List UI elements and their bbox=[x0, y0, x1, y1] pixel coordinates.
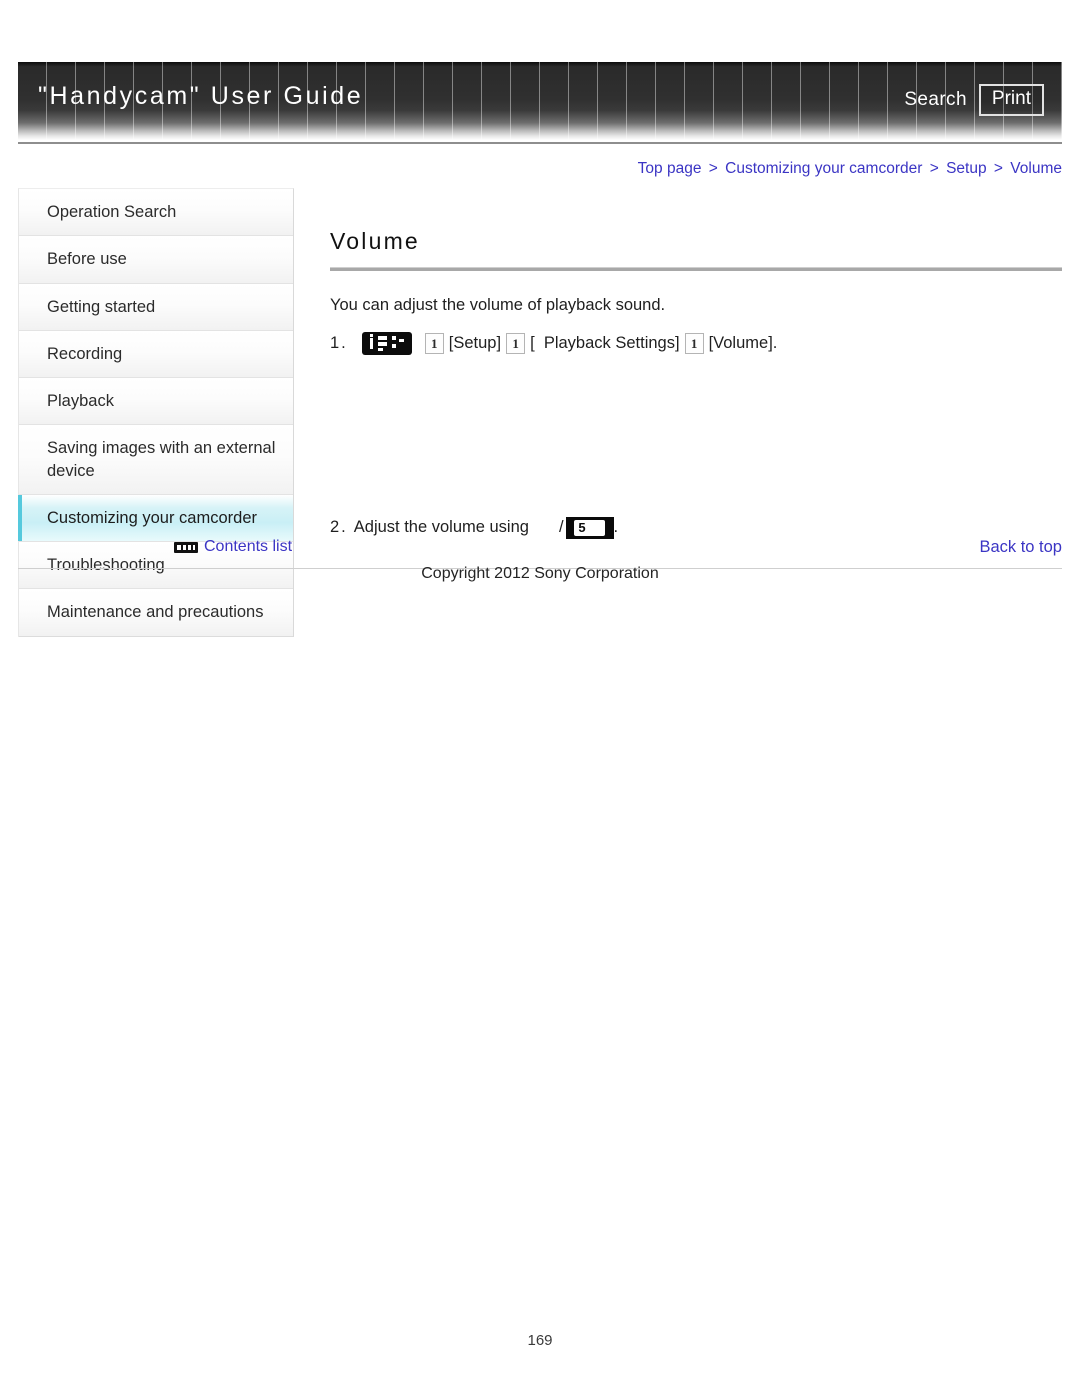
step-1-volume-label: [Volume]. bbox=[708, 333, 778, 352]
contents-list-link[interactable]: Contents list bbox=[174, 538, 292, 556]
site-header: "Handycam" User Guide Search Print bbox=[18, 62, 1062, 146]
sidebar-item-maintenance[interactable]: Maintenance and precautions bbox=[19, 589, 293, 637]
sidebar-item-playback[interactable]: Playback bbox=[19, 378, 293, 426]
step-2-text: Adjust the volume using bbox=[353, 518, 529, 537]
arrow-step-icon: 1 bbox=[506, 332, 526, 354]
arrow-step-icon: 1 bbox=[684, 332, 704, 354]
contents-list-icon bbox=[174, 541, 198, 553]
title-divider bbox=[330, 267, 1062, 271]
step-2-period: . bbox=[613, 518, 619, 537]
breadcrumb-item-volume: Volume bbox=[1010, 160, 1062, 177]
copyright-text: Copyright 2012 Sony Corporation bbox=[421, 565, 659, 582]
menu-icon bbox=[361, 331, 412, 355]
page-title: Volume bbox=[330, 228, 420, 254]
search-button[interactable]: Search bbox=[904, 89, 967, 111]
breadcrumb-item-customizing[interactable]: Customizing your camcorder bbox=[725, 160, 922, 177]
arrow-step-icon: 1 bbox=[424, 332, 444, 354]
step-2-slash: / bbox=[558, 518, 564, 537]
sidebar-item-customizing-your-camcorder[interactable]: Customizing your camcorder bbox=[18, 494, 293, 543]
intro-text: You can adjust the volume of playback so… bbox=[330, 296, 666, 314]
breadcrumb-separator: > bbox=[993, 160, 1003, 177]
contents-list-label: Contents list bbox=[204, 538, 293, 555]
step-1: 1. 1 [Setup] 1 [ Playback Settings] 1 [V… bbox=[330, 331, 1062, 355]
sidebar-item-recording[interactable]: Recording bbox=[19, 330, 293, 379]
breadcrumb-separator: > bbox=[708, 160, 718, 177]
back-to-top-link[interactable]: Back to top bbox=[979, 538, 1062, 557]
breadcrumb: Top page > Customizing your camcorder > … bbox=[638, 160, 1062, 178]
step-2: 2. Adjust the volume using / 5 . bbox=[330, 516, 1062, 539]
header-actions: Search Print bbox=[904, 84, 1044, 116]
sidebar-item-getting-started[interactable]: Getting started bbox=[19, 283, 293, 331]
header-bottom-rule bbox=[18, 142, 1062, 144]
sidebar-item-before-use[interactable]: Before use bbox=[19, 236, 293, 284]
breadcrumb-item-top-page[interactable]: Top page bbox=[638, 160, 702, 177]
sidebar-item-saving-images[interactable]: Saving images with an external device bbox=[19, 425, 293, 495]
sidebar-item-operation-search[interactable]: Operation Search bbox=[19, 189, 293, 237]
step-1-playback-settings-label: Playback Settings] bbox=[534, 333, 680, 352]
volume-control-icon: 5 bbox=[565, 516, 614, 539]
step-1-setup-label: [Setup] bbox=[448, 333, 502, 352]
main-content: Volume You can adjust the volume of play… bbox=[330, 188, 1062, 539]
breadcrumb-item-setup[interactable]: Setup bbox=[946, 160, 987, 177]
breadcrumb-separator: > bbox=[929, 160, 939, 177]
page-number: 169 bbox=[527, 1332, 553, 1349]
step-2-number: 2. bbox=[330, 518, 348, 537]
step-1-number: 1. bbox=[330, 333, 348, 352]
site-title: "Handycam" User Guide bbox=[38, 82, 364, 110]
print-button[interactable]: Print bbox=[978, 84, 1044, 116]
